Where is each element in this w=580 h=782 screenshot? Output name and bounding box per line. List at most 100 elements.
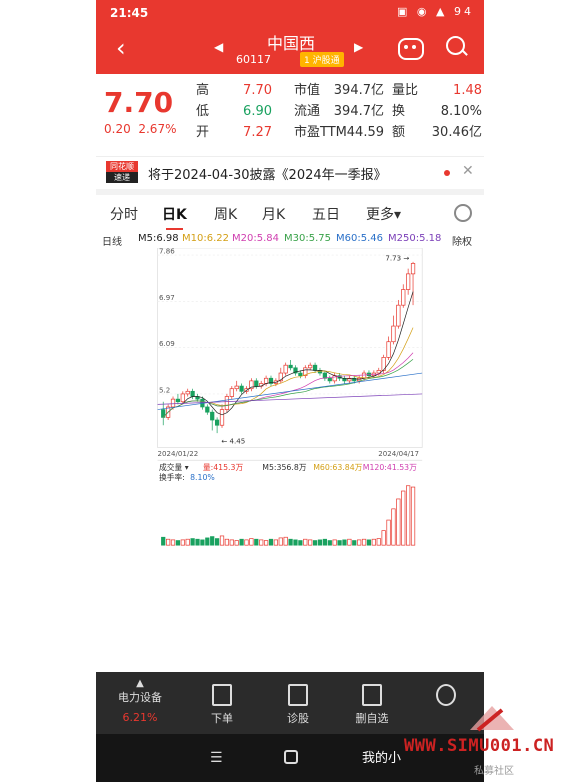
- volume-m60: M60:63.84万: [313, 463, 362, 472]
- candle-body: [406, 273, 411, 290]
- news-bar[interactable]: 同花顺 速递 将于2024-04-30披露《2024年一季报》 ✕: [96, 156, 484, 195]
- candle-body: [214, 419, 220, 426]
- next-stock-icon[interactable]: ▶: [354, 40, 363, 54]
- volume-bar: [195, 538, 200, 546]
- volume-bar: [273, 539, 279, 546]
- expand-arrow-icon: ▲: [136, 678, 144, 689]
- ma30-line: [162, 358, 414, 418]
- stock-code: 60117: [236, 53, 271, 66]
- market-badge: 1 沪股通: [300, 52, 344, 67]
- adjust-label[interactable]: 除权: [452, 233, 472, 248]
- volume-value: 量:415.3万: [203, 463, 244, 472]
- tab-day-k[interactable]: 日K: [162, 204, 187, 230]
- volume-bar: [263, 540, 269, 546]
- high-label: 7.73 →: [385, 253, 409, 262]
- tab-minute[interactable]: 分时: [110, 204, 138, 224]
- y-tick-label: 6.09: [159, 339, 175, 348]
- volume-bar: [298, 540, 303, 546]
- quote-value: 30.46亿: [431, 125, 482, 140]
- tab-week-k[interactable]: 周K: [214, 204, 237, 224]
- watermark-logo-icon: [470, 706, 514, 732]
- volume-bar: [361, 538, 367, 546]
- assistant-robot-icon[interactable]: [398, 38, 424, 60]
- volume-bar: [352, 540, 357, 546]
- volume-bar: [219, 535, 225, 546]
- volume-bar: [214, 538, 220, 546]
- low-label: ← 4.45: [221, 436, 245, 445]
- quote-label: 换: [392, 104, 406, 119]
- volume-bar: [234, 540, 239, 546]
- volume-bar: [322, 538, 327, 546]
- ma30-label: M30:5.75: [284, 233, 331, 244]
- remove-watchlist-button[interactable]: 删自选: [336, 672, 408, 726]
- volume-bar: [357, 539, 362, 546]
- quote-label: 开: [196, 125, 210, 140]
- kline-chart[interactable]: 7.86 6.97 6.09 5.2 7.73 → ← 4.45 2024/01/22 202…: [100, 248, 484, 548]
- candle-body: [410, 263, 416, 275]
- volume-bar: [317, 539, 323, 546]
- y-tick-label: 7.86: [159, 248, 175, 256]
- diagnose-icon: [288, 684, 308, 706]
- x-end-label: 2024/04/17: [378, 449, 419, 458]
- candle-body: [254, 380, 259, 387]
- stock-name: 中国西: [266, 34, 315, 53]
- nav-mine-text: 我的小: [362, 751, 402, 766]
- close-icon[interactable]: ✕: [462, 163, 474, 179]
- volume-m120: M120:41.53万: [363, 463, 417, 472]
- sector-button[interactable]: ▲ 电力设备 6.21%: [104, 672, 176, 724]
- back-icon[interactable]: ‹: [116, 34, 126, 62]
- candle-body: [229, 388, 234, 397]
- order-icon: [212, 684, 232, 706]
- volume-bar: [180, 539, 185, 546]
- settings-icon[interactable]: [454, 204, 472, 222]
- volume-bar: [293, 539, 298, 546]
- sector-name: 电力设备: [118, 691, 162, 704]
- volume-bar: [190, 538, 195, 546]
- candle-body: [298, 372, 303, 377]
- candle-body: [396, 304, 401, 327]
- ma5-line: [162, 291, 414, 418]
- quote-label: 量比: [392, 83, 419, 98]
- volume-bar: [170, 539, 176, 546]
- candle-body: [263, 377, 269, 384]
- candle-body: [224, 396, 230, 410]
- news-text: 将于2024-04-30披露《2024年一季报》: [148, 168, 387, 183]
- volume-bar: [210, 536, 215, 546]
- candle-body: [205, 406, 210, 413]
- tab-five-day[interactable]: 五日: [312, 204, 340, 224]
- recent-apps-icon[interactable]: ☰: [210, 750, 223, 766]
- news-logo-top: 同花顺: [106, 161, 138, 172]
- volume-bar: [166, 538, 171, 546]
- quote-label: 额: [392, 125, 406, 140]
- search-icon[interactable]: [446, 36, 465, 55]
- diagnose-label: 诊股: [287, 712, 309, 725]
- y-tick-label: 5.2: [159, 386, 170, 395]
- candle-body: [185, 390, 190, 395]
- candle-body: [180, 393, 185, 403]
- quote-panel: 7.70 0.20 2.67% 高 7.70 市值 394.7亿 量比 1.48 低 6.90…: [96, 74, 484, 156]
- tab-month-k[interactable]: 月K: [262, 204, 285, 224]
- volume-bar: [410, 486, 416, 546]
- volume-bar: [332, 539, 337, 546]
- change-percent: 2.67%: [138, 122, 177, 136]
- diagnose-button[interactable]: 诊股: [262, 672, 334, 726]
- volume-bar: [381, 530, 386, 546]
- last-price: 7.70: [104, 86, 174, 119]
- volume-bar: [327, 540, 332, 546]
- news-logo-bottom: 速递: [114, 173, 130, 182]
- order-button[interactable]: 下单: [186, 672, 258, 726]
- tab-more[interactable]: 更多▾: [366, 204, 401, 224]
- quote-value: 8.10%: [440, 104, 482, 119]
- y-tick-label: 6.97: [159, 293, 175, 302]
- home-icon[interactable]: [284, 750, 298, 764]
- volume-bar: [337, 540, 342, 546]
- volume-bar: [308, 539, 313, 546]
- volume-bar: [401, 490, 406, 546]
- candle-body: [327, 377, 332, 382]
- prev-stock-icon[interactable]: ◀: [214, 40, 223, 54]
- volume-bar: [268, 538, 274, 546]
- volume-bar: [224, 538, 230, 546]
- volume-bar: [347, 538, 352, 546]
- volume-bar: [229, 539, 234, 546]
- status-icons: ▣ ◉ ▲ 94: [397, 5, 474, 18]
